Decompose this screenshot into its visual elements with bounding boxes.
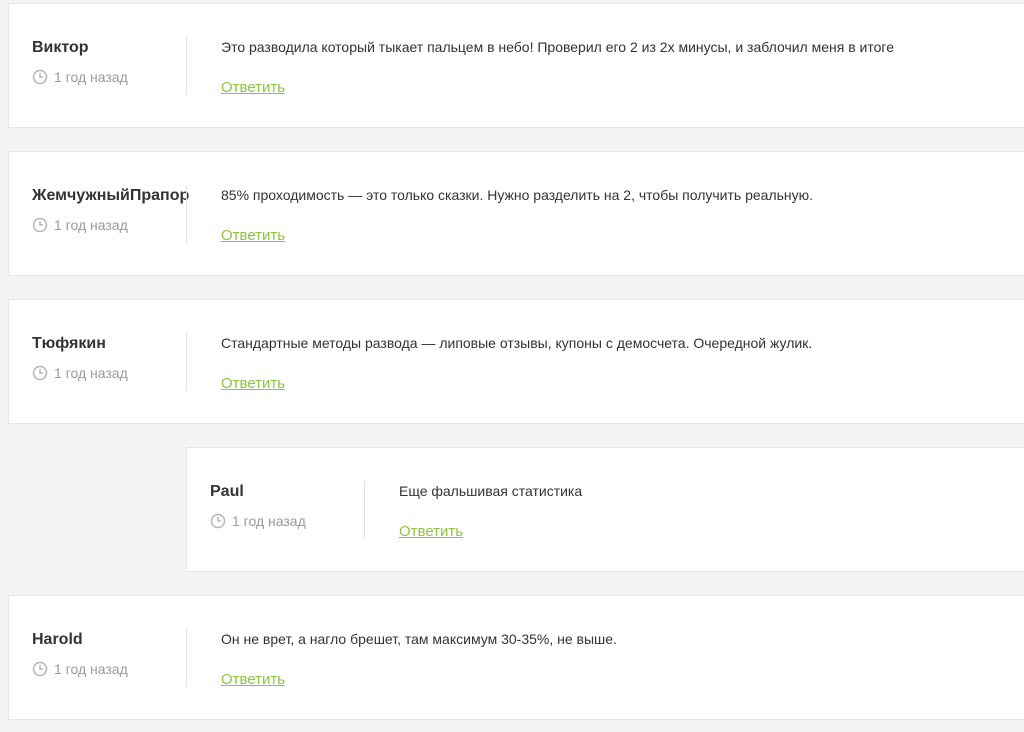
comment-author: Виктор (32, 39, 89, 56)
clock-icon (32, 69, 48, 85)
reply-comment-card: Paul 1 год назад Еще фальшивая статистик… (186, 447, 1024, 572)
comment-time: 1 год назад (54, 69, 128, 85)
comment-card: Виктор 1 год назад Это разводила который… (8, 3, 1024, 128)
comment-time: 1 год назад (54, 217, 128, 233)
comment-meta: 1 год назад (32, 217, 128, 233)
comment-author: ЖемчужныйПрапор (32, 187, 190, 204)
comment-author: Тюфякин (32, 335, 106, 352)
comment-text: Стандартные методы развода — липовые отз… (221, 335, 813, 351)
comment-text: Он не врет, а нагло брешет, там максимум… (221, 631, 617, 647)
comment-author: Paul (210, 483, 244, 500)
clock-icon (210, 513, 226, 529)
clock-icon (32, 217, 48, 233)
divider (186, 333, 187, 391)
comment-text: Еще фальшивая статистика (399, 483, 583, 499)
comment-meta: 1 год назад (32, 69, 128, 85)
comment-meta: 1 год назад (210, 513, 306, 529)
reply-link[interactable]: Ответить (221, 375, 285, 392)
comment-text: Это разводила который тыкает пальцем в н… (221, 39, 894, 55)
divider (186, 185, 187, 243)
divider (364, 481, 365, 539)
comment-card: Тюфякин 1 год назад Стандартные методы р… (8, 299, 1024, 424)
reply-link[interactable]: Ответить (221, 79, 285, 96)
comment-time: 1 год назад (232, 513, 306, 529)
divider (186, 37, 187, 95)
comment-meta: 1 год назад (32, 661, 128, 677)
comment-meta: 1 год назад (32, 365, 128, 381)
comment-time: 1 год назад (54, 365, 128, 381)
comment-author: Harold (32, 631, 83, 648)
comment-text: 85% проходимость — это только сказки. Ну… (221, 187, 814, 203)
divider (186, 629, 187, 687)
comment-time: 1 год назад (54, 661, 128, 677)
comment-card: Harold 1 год назад Он не врет, а нагло б… (8, 595, 1024, 720)
reply-link[interactable]: Ответить (399, 523, 463, 540)
reply-link[interactable]: Ответить (221, 671, 285, 688)
clock-icon (32, 365, 48, 381)
reply-link[interactable]: Ответить (221, 227, 285, 244)
clock-icon (32, 661, 48, 677)
comment-card: ЖемчужныйПрапор 1 год назад 85% проходим… (8, 151, 1024, 276)
